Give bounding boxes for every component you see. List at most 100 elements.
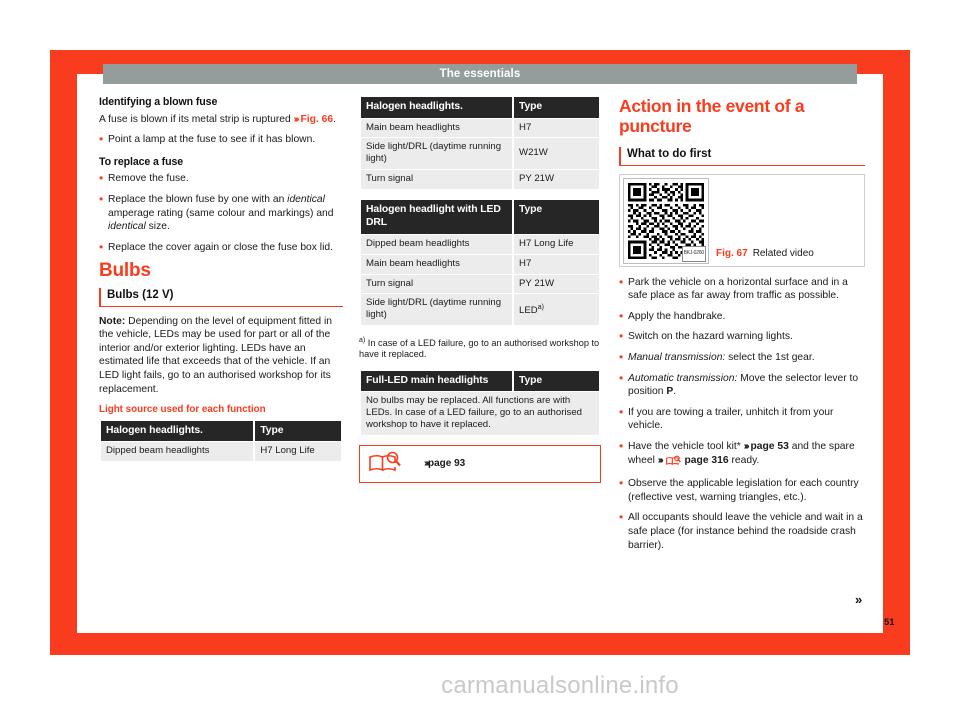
bullet-text: select the 1st gear. <box>725 351 815 363</box>
bullet-emphasis-a: identical <box>287 193 325 205</box>
footnote-text: In case of a LED failure, go to an autho… <box>359 338 600 360</box>
table-cell: W21W <box>514 138 599 169</box>
table-row: Turn signal PY 21W <box>361 274 599 294</box>
table-cell: Side light/DRL (daytime running light) <box>361 138 513 169</box>
figure-number: Fig. 67 <box>716 248 748 259</box>
table-halogen-headlights-left: Halogen headlights. Type Dipped beam hea… <box>99 420 343 462</box>
subheading-what-to-do-first: What to do first <box>619 147 865 166</box>
bullet-hazard-lights: Switch on the hazard warning lights. <box>619 329 865 344</box>
bullet-text-b: amperage rating (same colour and marking… <box>108 207 334 219</box>
left-column: Identifying a blown fuse A fuse is blown… <box>99 96 343 471</box>
paragraph-fuse-blown: A fuse is blown if its metal strip is ru… <box>99 113 343 127</box>
bullet-replace-fuse: Replace the blown fuse by one with an id… <box>99 192 343 234</box>
table-header-row: Full-LED main headlights Type <box>361 370 599 392</box>
watermark: carmanualsonline.info <box>441 672 679 699</box>
table-cell: PY 21W <box>514 169 599 189</box>
figure-caption-text: Related video <box>752 248 814 259</box>
table-header-cell: Type <box>514 370 599 392</box>
bullet-text-a: Have the vehicle tool kit* <box>628 440 744 452</box>
chevron-right-icon: ››› <box>657 454 664 466</box>
manual-page: The essentials Identifying a blown fuse … <box>0 0 960 708</box>
table-header-cell: Type <box>514 199 599 234</box>
subheading-bulbs-12v: Bulbs (12 V) <box>99 287 343 307</box>
link-fig-66[interactable]: Fig. 66 <box>300 114 333 125</box>
heading-replace-fuse: To replace a fuse <box>99 155 184 168</box>
bullet-towing-trailer: If you are towing a trailer, unhitch it … <box>619 405 865 433</box>
bullet-replace-cover: Replace the cover again or close the fus… <box>99 240 343 255</box>
footnote-led-failure: a) In case of a LED failure, go to an au… <box>359 335 601 361</box>
bullet-text-a: Replace the blown fuse by one with an <box>108 193 288 205</box>
table-row: Turn signal PY 21W <box>361 169 599 189</box>
note-bulbs: Note: Depending on the level of equipmen… <box>99 315 343 397</box>
table-header-cell: Halogen headlights. <box>361 97 513 118</box>
link-page-316[interactable]: page 316 <box>685 455 729 466</box>
bullet-text-c: size. <box>145 221 170 233</box>
chevron-right-icon: ››› <box>293 113 300 125</box>
bullet-remove-fuse: Remove the fuse. <box>99 171 343 186</box>
table-halogen-headlights: Halogen headlights. Type Main beam headl… <box>359 96 601 190</box>
table-header-row: Halogen headlights. Type <box>101 420 341 442</box>
book-magnifier-icon <box>665 455 682 471</box>
table-cell: Turn signal <box>361 169 513 189</box>
continuation-marker: » <box>855 592 862 607</box>
page-title-bar: The essentials <box>103 64 857 84</box>
table-cell: Main beam headlights <box>361 118 513 138</box>
table-row: Dipped beam headlights H7 Long Life <box>101 442 341 462</box>
chevron-right-icon: ››› <box>743 440 750 452</box>
table-full-led-main-headlights: Full-LED main headlights Type No bulbs m… <box>359 370 601 436</box>
reference-text: ›››page 93 <box>424 457 465 471</box>
bullet-apply-handbrake: Apply the handbrake. <box>619 309 865 324</box>
reference-page-label: page 93 <box>428 458 466 470</box>
figure-related-video: BKJ-0260 Fig. 67 Related video <box>619 173 865 267</box>
bullet-emphasis: Manual transmission: <box>628 351 726 363</box>
bullet-point-lamp: Point a lamp at the fuse to see if it ha… <box>99 132 343 147</box>
table-row: Main beam headlights H7 <box>361 118 599 138</box>
table-header-row: Halogen headlight with LED DRL Type <box>361 199 599 234</box>
table-row: No bulbs may be replaced. All functions … <box>361 392 599 435</box>
table-cell: Main beam headlights <box>361 254 513 274</box>
table-header-row: Halogen headlights. Type <box>361 97 599 118</box>
table-header-cell: Type <box>255 420 341 442</box>
bullet-legislation: Observe the applicable legislation for e… <box>619 476 865 504</box>
link-page-53[interactable]: page 53 <box>751 441 789 452</box>
table-cell: No bulbs may be replaced. All functions … <box>361 392 599 435</box>
bullet-period: . <box>673 386 677 398</box>
reference-box-page-93[interactable]: ›››page 93 <box>359 444 601 483</box>
table-header-cell: Type <box>514 97 599 118</box>
table-cell: Turn signal <box>361 274 513 294</box>
bullet-automatic-transmission: Automatic transmission: Move the selecto… <box>619 371 865 399</box>
table-row: Side light/DRL (daytime running light) L… <box>361 294 599 325</box>
section-title-bulbs: Bulbs <box>99 260 151 282</box>
bullet-text-c: ready. <box>728 454 760 466</box>
table-header-cell: Halogen headlight with LED DRL <box>361 199 513 234</box>
section-title-puncture: Action in the event of a puncture <box>619 96 805 136</box>
note-text: Depending on the level of equipment fitt… <box>99 315 332 395</box>
table-row: Dipped beam headlights H7 Long Life <box>361 234 599 254</box>
table-cell: LEDa) <box>514 294 599 325</box>
table-cell: Dipped beam headlights <box>101 442 254 462</box>
right-column: Action in the event of a puncture What t… <box>619 96 865 559</box>
table-halogen-headlight-led-drl: Halogen headlight with LED DRL Type Dipp… <box>359 199 601 326</box>
footnote-marker: a) <box>359 336 366 344</box>
bullet-emphasis: Automatic transmission: <box>628 372 738 384</box>
bullet-occupants-leave: All occupants should leave the vehicle a… <box>619 510 865 552</box>
bullet-tool-kit: Have the vehicle tool kit* ››› page 53 a… <box>619 439 865 471</box>
qr-code-container[interactable]: BKJ-0260 <box>623 177 709 264</box>
bullet-park-vehicle: Park the vehicle on a horizontal surface… <box>619 275 865 303</box>
paragraph-period: . <box>333 113 336 125</box>
note-label: Note: <box>99 315 126 327</box>
bullet-manual-transmission: Manual transmission: select the 1st gear… <box>619 350 865 365</box>
table-cell-value: LED <box>519 304 538 316</box>
table-cell: Side light/DRL (daytime running light) <box>361 294 513 325</box>
table-cell: H7 <box>514 254 599 274</box>
page-title: The essentials <box>439 68 521 80</box>
footnote-marker: a) <box>537 303 544 311</box>
table-cell: PY 21W <box>514 274 599 294</box>
table-row: Side light/DRL (daytime running light) W… <box>361 138 599 169</box>
table-header-cell: Full-LED main headlights <box>361 370 513 392</box>
book-magnifier-icon <box>368 450 402 479</box>
qr-code-label: BKJ-0260 <box>681 246 706 262</box>
table-header-cell: Halogen headlights. <box>101 420 254 442</box>
table-cell: Dipped beam headlights <box>361 234 513 254</box>
table-cell: H7 <box>514 118 599 138</box>
